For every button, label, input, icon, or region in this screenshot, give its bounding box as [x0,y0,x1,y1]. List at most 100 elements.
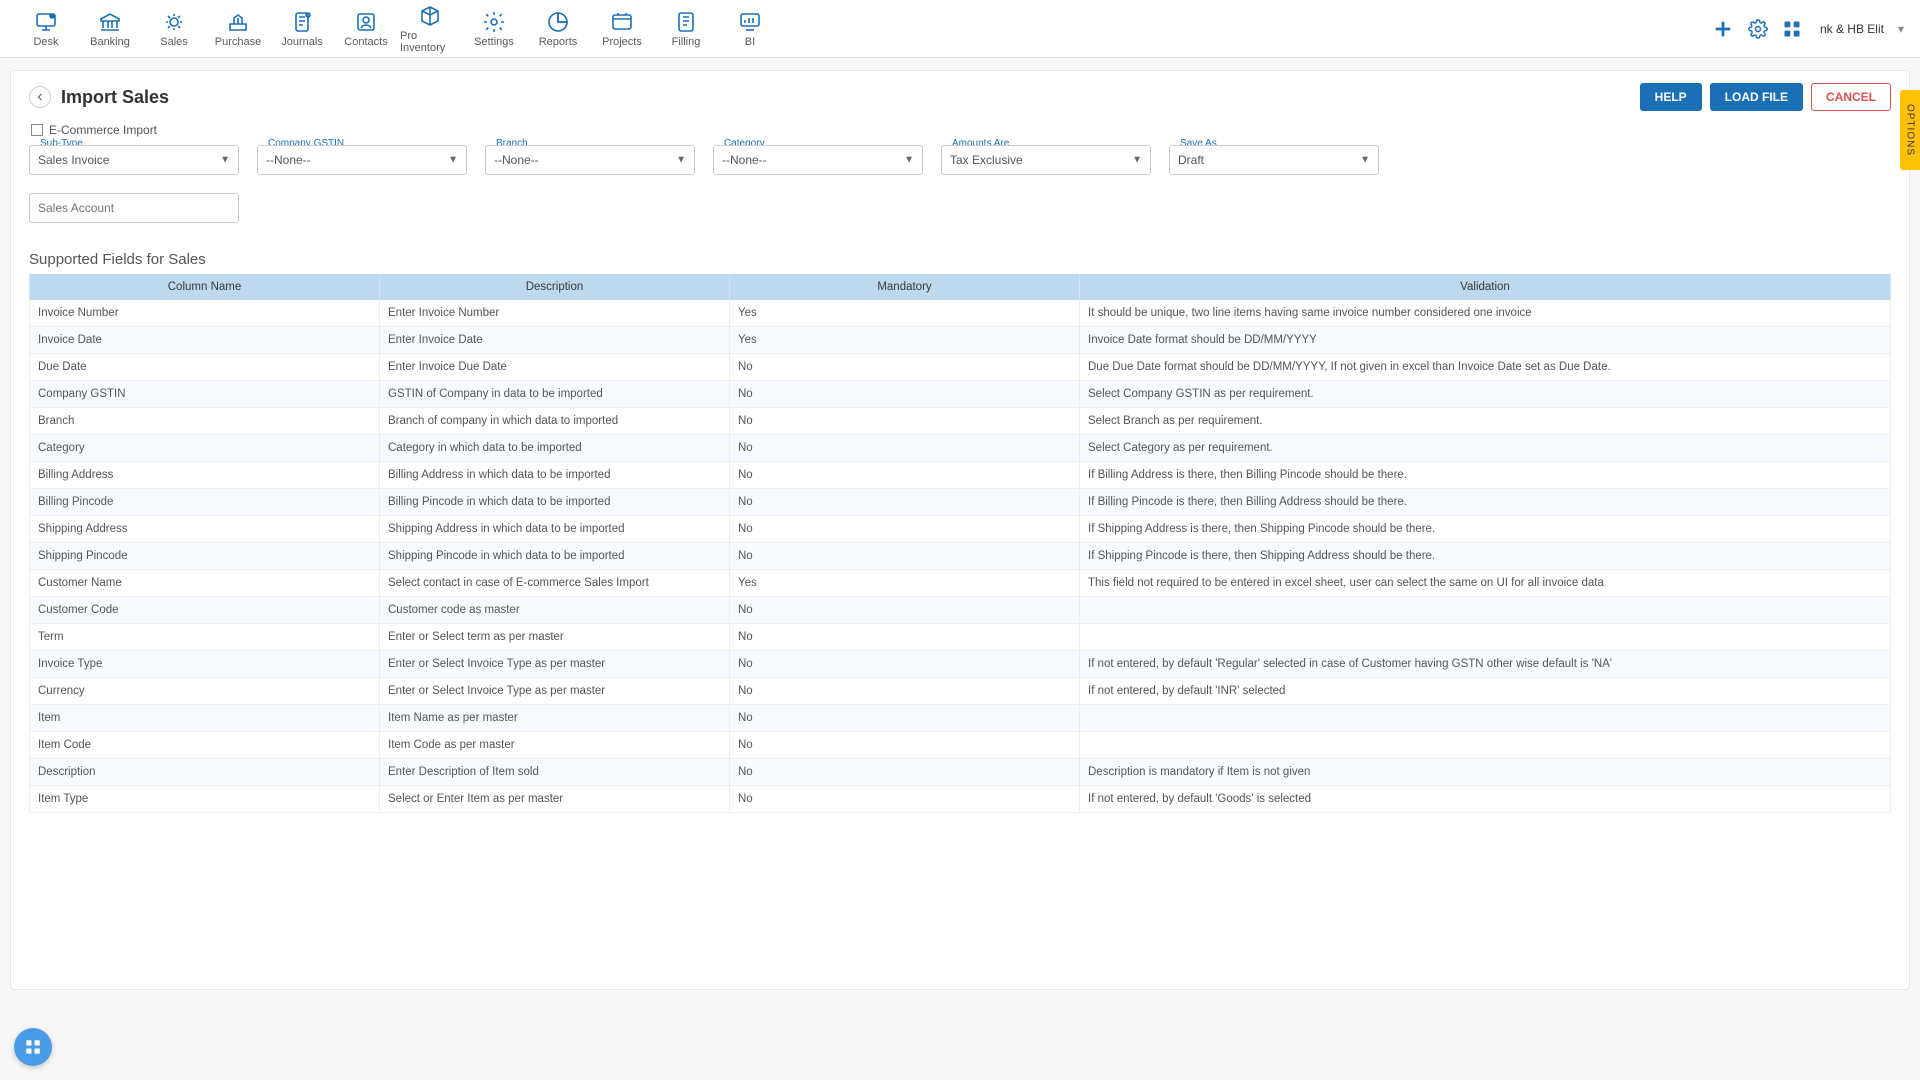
caret-icon: ▼ [1360,155,1370,166]
top-nav: Desk Banking Sales Purchase Journals Con… [0,0,1920,58]
section-title: Supported Fields for Sales [29,251,1891,268]
table-cell: Description is mandatory if Item is not … [1080,759,1891,786]
table-cell: Shipping Address [30,516,380,543]
company-gstin-select[interactable]: --None-- ▼ [257,145,467,175]
table-row: DescriptionEnter Description of Item sol… [30,759,1891,786]
sales-account-input[interactable] [29,193,239,223]
table-cell: Enter or Select Invoice Type as per mast… [380,651,730,678]
table-cell: Category in which data to be imported [380,435,730,462]
table-cell: Invoice Number [30,300,380,327]
table-cell: If Shipping Pincode is there, then Shipp… [1080,543,1891,570]
page-header: Import Sales HELP LOAD FILE CANCEL [29,83,1891,121]
table-cell: No [730,705,1080,732]
gear-icon[interactable] [1748,19,1768,39]
amounts-are-select[interactable]: Tax Exclusive ▼ [941,145,1151,175]
filters-row-2 [29,193,1891,223]
nav-item-purchase[interactable]: Purchase [208,1,268,57]
nav-item-filling[interactable]: Filling [656,1,716,57]
category-field: Category --None-- ▼ [713,145,923,175]
nav-item-contacts[interactable]: Contacts [336,1,396,57]
chevron-down-icon[interactable]: ▾ [1898,22,1904,36]
nav-label: Journals [281,36,323,48]
table-cell: Billing Pincode in which data to be impo… [380,489,730,516]
nav-item-reports[interactable]: Reports [528,1,588,57]
branch-select[interactable]: --None-- ▼ [485,145,695,175]
options-side-tab[interactable]: OPTIONS [1900,90,1920,170]
table-cell: No [730,543,1080,570]
table-cell [1080,597,1891,624]
table-cell: No [730,354,1080,381]
nav-label: Pro Inventory [400,30,460,54]
table-cell: If not entered, by default 'Regular' sel… [1080,651,1891,678]
table-cell: Billing Address [30,462,380,489]
table-cell: Shipping Pincode in which data to be imp… [380,543,730,570]
nav-item-sales[interactable]: Sales [144,1,204,57]
nav-item-bi[interactable]: BI [720,1,780,57]
caret-icon: ▼ [1132,155,1142,166]
category-select[interactable]: --None-- ▼ [713,145,923,175]
table-row: CategoryCategory in which data to be imp… [30,435,1891,462]
table-cell: No [730,678,1080,705]
table-cell: No [730,759,1080,786]
table-row: Invoice DateEnter Invoice DateYesInvoice… [30,327,1891,354]
nav-item-projects[interactable]: Projects [592,1,652,57]
table-cell: Item Type [30,786,380,813]
table-cell: Category [30,435,380,462]
table-cell: No [730,381,1080,408]
table-cell: Item [30,705,380,732]
apps-fab[interactable] [14,1028,52,1066]
header-actions: HELP LOAD FILE CANCEL [1640,83,1891,111]
nav-item-desk[interactable]: Desk [16,1,76,57]
table-cell: No [730,651,1080,678]
table-row: Due DateEnter Invoice Due DateNoDue Due … [30,354,1891,381]
ecommerce-checkbox[interactable] [31,124,43,136]
nav-item-inventory[interactable]: Pro Inventory [400,1,460,57]
filing-icon [674,10,698,34]
table-row: Billing PincodeBilling Pincode in which … [30,489,1891,516]
sub-type-value: Sales Invoice [38,153,109,167]
help-button[interactable]: HELP [1640,83,1702,111]
company-gstin-field: Company GSTIN --None-- ▼ [257,145,467,175]
table-row: Customer CodeCustomer code as masterNo [30,597,1891,624]
nav-label: Settings [474,36,514,48]
page-body: Import Sales HELP LOAD FILE CANCEL E-Com… [10,70,1910,990]
table-cell: No [730,786,1080,813]
nav-label: Filling [672,36,701,48]
table-cell [1080,732,1891,759]
reports-icon [546,10,570,34]
table-cell [1080,705,1891,732]
caret-icon: ▼ [448,155,458,166]
table-cell: No [730,732,1080,759]
nav-item-banking[interactable]: Banking [80,1,140,57]
plus-icon[interactable] [1712,18,1734,40]
table-cell: Branch [30,408,380,435]
table-row: Customer NameSelect contact in case of E… [30,570,1891,597]
page-title: Import Sales [61,87,169,108]
branch-field: Branch --None-- ▼ [485,145,695,175]
nav-item-settings[interactable]: Settings [464,1,524,57]
sub-type-field: Sub-Type Sales Invoice ▼ [29,145,239,175]
load-file-button[interactable]: LOAD FILE [1710,83,1803,111]
nav-label: Banking [90,36,130,48]
nav-label: Contacts [344,36,387,48]
bi-icon [738,10,762,34]
table-cell: Customer code as master [380,597,730,624]
table-cell: This field not required to be entered in… [1080,570,1891,597]
amounts-are-field: Amounts Are Tax Exclusive ▼ [941,145,1151,175]
table-cell: Enter Description of Item sold [380,759,730,786]
filters-row: Sub-Type Sales Invoice ▼ Company GSTIN -… [29,145,1891,175]
save-as-select[interactable]: Draft ▼ [1169,145,1379,175]
org-name[interactable]: nk & HB Elit [1820,22,1884,36]
table-cell: Due Date [30,354,380,381]
projects-icon [610,10,634,34]
sub-type-select[interactable]: Sales Invoice ▼ [29,145,239,175]
back-button[interactable] [29,86,51,108]
nav-label: Sales [160,36,188,48]
contacts-icon [354,10,378,34]
cancel-button[interactable]: CANCEL [1811,83,1891,111]
table-cell: If Billing Address is there, then Billin… [1080,462,1891,489]
nav-item-journals[interactable]: Journals [272,1,332,57]
nav-label: BI [745,36,755,48]
apps-icon[interactable] [1782,19,1802,39]
category-value: --None-- [722,153,767,167]
